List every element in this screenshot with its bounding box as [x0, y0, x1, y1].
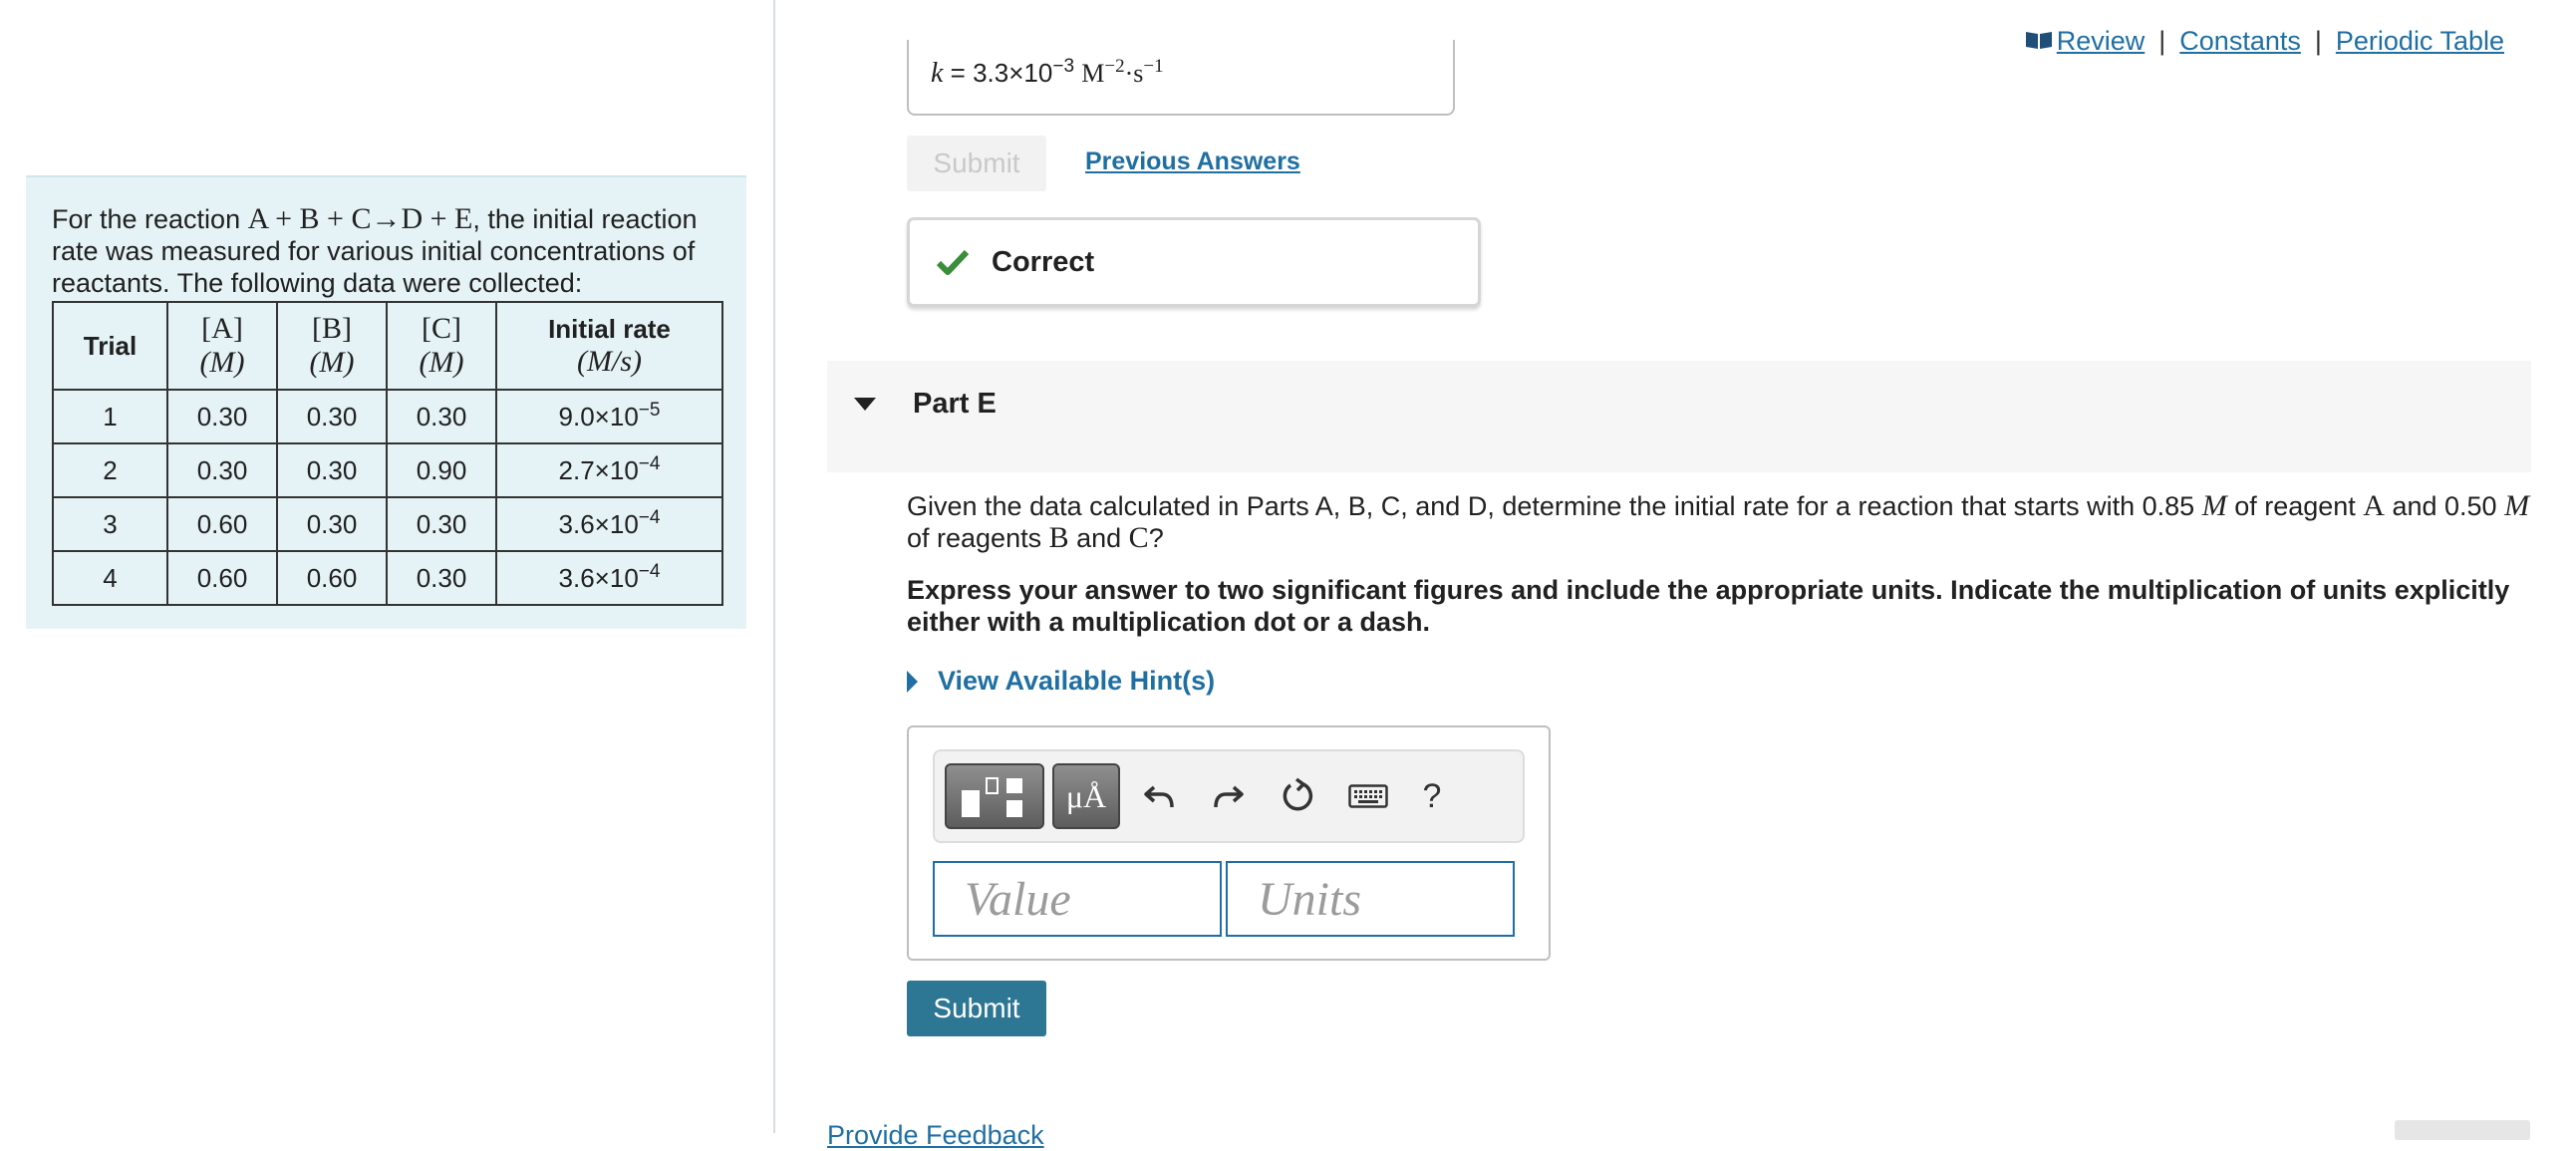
instruction-text: Express your answer to two significant f… [907, 575, 2510, 637]
answer-panel: μÅ ? Value Units [907, 725, 1551, 961]
table-row: 4 0.60 0.60 0.30 3.6×10−4 [52, 550, 723, 606]
submit-button[interactable]: Submit [907, 981, 1046, 1036]
checkmark-icon [936, 249, 970, 275]
problem-statement: For the reaction A + B + C→D + E, the in… [26, 175, 746, 629]
resource-links: Review | Constants | Periodic Table [2025, 26, 2504, 57]
math-toolbar: μÅ ? [933, 749, 1525, 843]
units-input[interactable]: Units [1226, 861, 1515, 937]
panel-divider [773, 0, 775, 1133]
template-icon [962, 777, 1022, 817]
previous-answer-value: 3.3×10−3 [973, 56, 1075, 88]
previous-answer-display: k = 3.3×10−3 M−2·s−1 [907, 40, 1455, 116]
previous-answer-units: M−2·s−1 [1081, 56, 1164, 88]
review-link[interactable]: Review [2025, 26, 2145, 57]
provide-feedback-link[interactable]: Provide Feedback [827, 1120, 1044, 1151]
table-row: 3 0.60 0.30 0.30 3.6×10−4 [52, 496, 723, 552]
previous-answers-link[interactable]: Previous Answers [1085, 147, 1300, 176]
periodic-table-link[interactable]: Periodic Table [2336, 26, 2504, 57]
header-b: [B] (M) [276, 301, 388, 391]
keyboard-icon [1348, 784, 1388, 808]
expand-triangle-icon [907, 670, 918, 693]
view-hints-toggle[interactable]: View Available Hint(s) [907, 666, 1215, 697]
redo-button[interactable] [1198, 763, 1260, 829]
constants-link[interactable]: Constants [2179, 26, 2301, 57]
header-a: [A] (M) [166, 301, 278, 391]
problem-intro: For the reaction A + B + C→D + E, the in… [52, 202, 698, 299]
correct-feedback: Correct [907, 217, 1481, 307]
part-title: Part E [913, 387, 997, 420]
units-button[interactable]: μÅ [1052, 763, 1120, 829]
undo-button[interactable] [1128, 763, 1190, 829]
reaction-equation: A + B + C→D + E [247, 202, 473, 235]
header-c: [C] (M) [386, 301, 497, 391]
undo-icon [1144, 785, 1174, 808]
header-trial: Trial [52, 301, 168, 391]
rate-data-table: Trial [A] (M) [B] (M) [C] (M) Initial ra… [52, 301, 723, 606]
question-text: Given the data calculated in Parts A, B,… [907, 489, 2530, 554]
keyboard-button[interactable] [1337, 763, 1399, 829]
reset-icon [1283, 777, 1313, 811]
part-e-header[interactable]: Part E [827, 361, 2531, 472]
table-header-row: Trial [A] (M) [B] (M) [C] (M) Initial ra… [52, 301, 723, 391]
table-row: 1 0.30 0.30 0.30 9.0×10−5 [52, 389, 723, 444]
help-button[interactable]: ? [1407, 777, 1457, 816]
template-button[interactable] [945, 763, 1044, 829]
collapse-caret-icon [854, 397, 876, 411]
redo-icon [1214, 785, 1244, 808]
submit-button-disabled: Submit [907, 136, 1046, 191]
header-rate: Initial rate (M/s) [495, 301, 723, 391]
table-row: 2 0.30 0.30 0.90 2.7×10−4 [52, 442, 723, 498]
reset-button[interactable] [1268, 763, 1329, 829]
next-button[interactable] [2395, 1120, 2530, 1140]
value-input[interactable]: Value [933, 861, 1222, 937]
book-icon [2025, 26, 2053, 49]
